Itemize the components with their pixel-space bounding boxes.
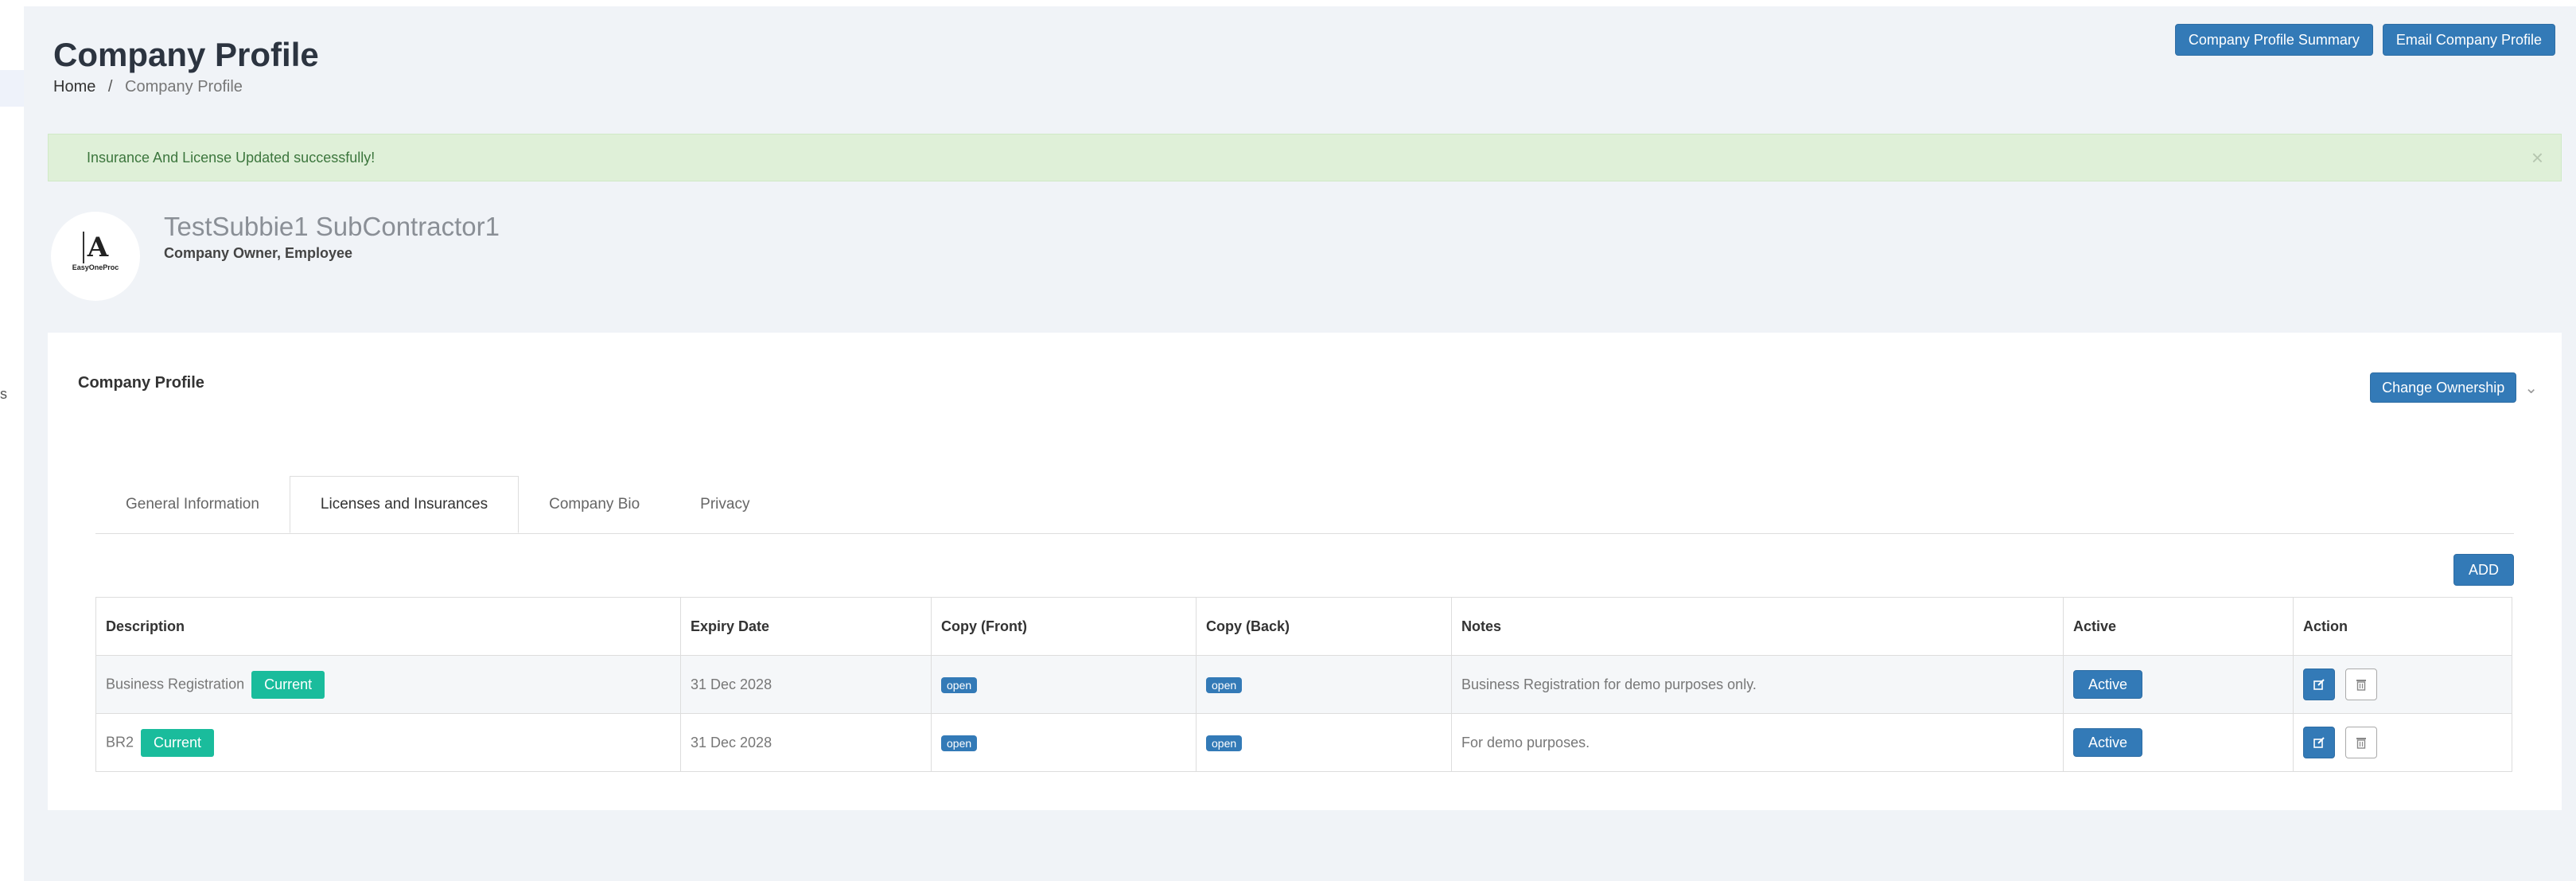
company-profile-summary-button[interactable]: Company Profile Summary (2174, 24, 2373, 56)
email-company-profile-button[interactable]: Email Company Profile (2382, 24, 2555, 56)
column-header-expiry-date: Expiry Date (680, 597, 932, 656)
table-row: Business Registration Current 31 Dec 202… (95, 655, 2512, 714)
close-icon[interactable]: × (2531, 134, 2543, 181)
logo-text: EasyOneProc (72, 263, 119, 271)
status-badge: Current (251, 670, 325, 699)
sidebar-clipped-label[interactable]: s (0, 386, 7, 403)
copy-back-cell: open (1196, 655, 1452, 714)
page-title: Company Profile (53, 36, 319, 73)
active-cell: Active (2063, 655, 2294, 714)
panel-title: Company Profile (78, 374, 204, 392)
copy-front-cell: open (931, 713, 1197, 772)
status-badge: Current (141, 728, 215, 757)
description-text: Business Registration (106, 675, 245, 692)
tab-licenses-and-insurances[interactable]: Licenses and Insurances (289, 476, 519, 533)
change-ownership-area: Change Ownership ⌄ (2370, 372, 2538, 403)
success-alert: Insurance And License Updated successful… (48, 134, 2562, 181)
copy-front-cell: open (931, 655, 1197, 714)
expiry-date-cell: 31 Dec 2028 (680, 713, 932, 772)
active-toggle-button[interactable]: Active (2073, 670, 2143, 699)
licenses-table: Description Expiry Date Copy (Front) Cop… (95, 597, 2512, 772)
notes-cell: Business Registration for demo purposes … (1451, 655, 2064, 714)
breadcrumb-home[interactable]: Home (53, 78, 95, 96)
action-cell (2293, 713, 2512, 772)
table-header-row: Description Expiry Date Copy (Front) Cop… (95, 597, 2512, 656)
profile-tabs: General Information Licenses and Insuran… (95, 476, 2514, 534)
description-text: BR2 (106, 733, 134, 750)
active-toggle-button[interactable]: Active (2073, 728, 2143, 757)
breadcrumb-separator: / (107, 78, 113, 96)
column-header-description: Description (95, 597, 681, 656)
tab-general-information[interactable]: General Information (95, 476, 290, 533)
chevron-down-icon[interactable]: ⌄ (2524, 378, 2538, 398)
user-name: TestSubbie1 SubContractor1 (164, 212, 500, 241)
description-cell: Business Registration Current (95, 655, 681, 714)
column-header-copy-front: Copy (Front) (931, 597, 1197, 656)
action-cell (2293, 655, 2512, 714)
company-profile-panel: Company Profile Change Ownership ⌄ Gener… (48, 333, 2562, 810)
column-header-action: Action (2293, 597, 2512, 656)
tab-privacy[interactable]: Privacy (670, 476, 780, 533)
delete-button[interactable] (2345, 727, 2378, 758)
logo-letter: A (82, 232, 108, 263)
open-copy-back-link[interactable]: open (1206, 676, 1243, 693)
sidebar-active-item[interactable] (0, 70, 24, 107)
table-row: BR2 Current 31 Dec 2028 open open For de… (95, 713, 2512, 772)
tab-company-bio[interactable]: Company Bio (519, 476, 670, 533)
main-content: Company Profile Home / Company Profile C… (24, 6, 2576, 881)
trash-icon (2356, 680, 2367, 691)
user-roles: Company Owner, Employee (164, 245, 353, 261)
delete-button[interactable] (2345, 669, 2378, 700)
notes-cell: For demo purposes. (1451, 713, 2064, 772)
header-actions: Company Profile Summary Email Company Pr… (2174, 24, 2555, 56)
add-button[interactable]: ADD (2453, 554, 2514, 586)
open-copy-front-link[interactable]: open (941, 676, 978, 693)
column-header-copy-back: Copy (Back) (1196, 597, 1452, 656)
breadcrumb: Home / Company Profile (53, 78, 243, 96)
column-header-notes: Notes (1451, 597, 2064, 656)
copy-back-cell: open (1196, 713, 1452, 772)
edit-icon (2313, 679, 2325, 690)
sidebar: s (0, 0, 24, 881)
active-cell: Active (2063, 713, 2294, 772)
open-copy-front-link[interactable]: open (941, 735, 978, 751)
column-header-active: Active (2063, 597, 2294, 656)
edit-button[interactable] (2303, 669, 2335, 700)
breadcrumb-current: Company Profile (125, 78, 243, 96)
description-cell: BR2 Current (95, 713, 681, 772)
change-ownership-button[interactable]: Change Ownership (2370, 372, 2517, 403)
company-logo-avatar: A EasyOneProc (51, 212, 140, 301)
edit-button[interactable] (2303, 727, 2335, 758)
open-copy-back-link[interactable]: open (1206, 735, 1243, 751)
trash-icon (2356, 738, 2367, 749)
edit-icon (2313, 737, 2325, 748)
expiry-date-cell: 31 Dec 2028 (680, 655, 932, 714)
company-logo: A EasyOneProc (72, 232, 119, 281)
alert-message: Insurance And License Updated successful… (87, 150, 376, 166)
